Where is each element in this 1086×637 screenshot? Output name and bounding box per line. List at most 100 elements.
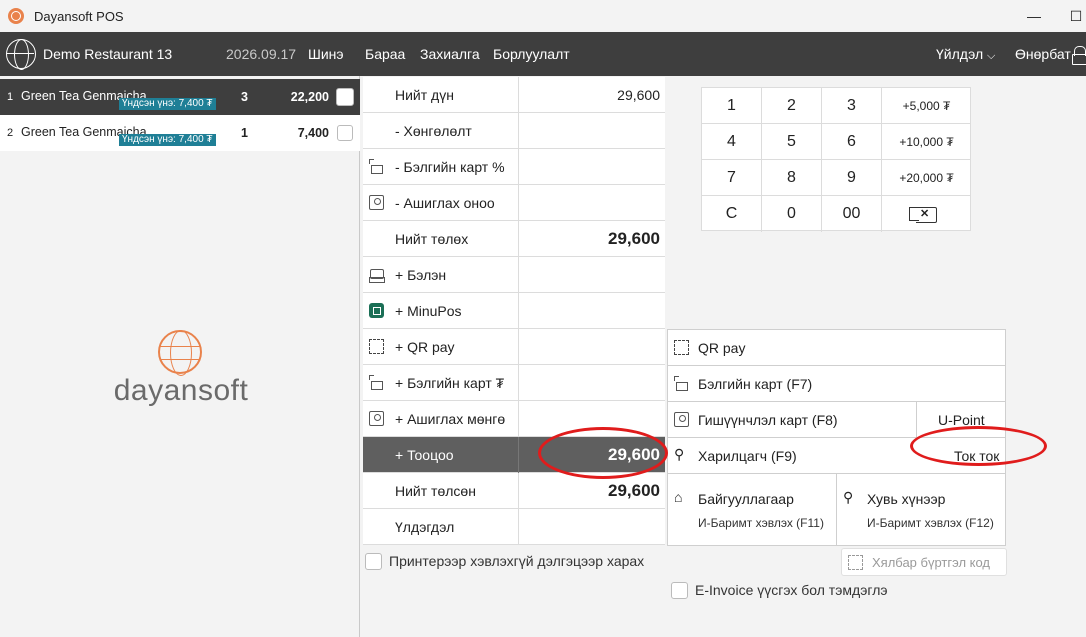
keypad-key[interactable]: C	[702, 196, 762, 232]
easy-registration-label: Хялбар бүртгэл код	[872, 555, 991, 570]
app-logo-icon	[8, 8, 24, 24]
keypad-key[interactable]: 4	[702, 124, 762, 160]
payment-row[interactable]: - Ашиглах оноо	[363, 185, 665, 221]
keypad-key[interactable]: 3	[822, 88, 882, 124]
organization-sub-label: И-Баримт хэвлэх (F11)	[698, 516, 824, 530]
keypad-key[interactable]: +5,000 ₮	[882, 88, 971, 124]
order-checkbox[interactable]	[337, 125, 353, 141]
payment-label-cell: + Ашиглах мөнгө	[363, 401, 519, 437]
window-title: Dayansoft POS	[34, 8, 124, 24]
payment-label-cell: + Тооцоо	[363, 437, 519, 473]
payment-label: Нийт төлөх	[395, 231, 469, 247]
payment-label: Үлдэгдэл	[395, 519, 455, 535]
payment-label-cell: Нийт дүн	[363, 77, 519, 113]
payment-label-cell: + MinuPos	[363, 293, 519, 329]
keypad-key[interactable]: 8	[762, 160, 822, 196]
easy-registration-code-button[interactable]: Хялбар бүртгэл код	[841, 548, 1007, 576]
payment-label-cell: + QR pay	[363, 329, 519, 365]
order-list: 1 Green Tea Genmaicha Үндсэн үнэ: 7,400 …	[0, 76, 360, 637]
payment-label: Нийт дүн	[395, 87, 454, 103]
scan-icon	[848, 555, 863, 570]
order-index: 2	[7, 127, 14, 139]
payment-label-cell: Нийт төлөх	[363, 221, 519, 257]
payment-label-cell: + Бэлэн	[363, 257, 519, 293]
keypad-key[interactable]: +10,000 ₮	[882, 124, 971, 160]
qr-icon	[369, 339, 384, 354]
minimize-icon[interactable]: —	[1024, 6, 1044, 26]
payment-value: 29,600	[617, 87, 660, 103]
person-icon: ⚲	[843, 489, 854, 505]
lock-icon[interactable]	[1072, 46, 1086, 65]
payment-row[interactable]: Нийт төлөх 29,600	[363, 221, 665, 257]
person-label: Хувь хүнээр	[867, 491, 946, 507]
payment-label: + QR pay	[395, 339, 455, 355]
payment-label: + Бэлгийн карт ₮	[395, 375, 505, 391]
payment-label: - Хөнгөлөлт	[395, 123, 472, 139]
dayansoft-globe-icon	[158, 330, 202, 376]
payment-row[interactable]: + MinuPos	[363, 293, 665, 329]
keypad-key[interactable]: 7	[702, 160, 762, 196]
membership-card-button[interactable]: Гишүүнчлэл карт (F8)	[668, 402, 917, 438]
keypad-key[interactable]: 2	[762, 88, 822, 124]
order-index: 1	[7, 91, 14, 103]
operation-label: Үйлдэл	[936, 46, 984, 62]
user-name[interactable]: Өнөрбат	[1015, 46, 1071, 62]
einvoice-checkbox[interactable]	[671, 582, 688, 599]
payment-row[interactable]: Нийт дүн 29,600	[363, 77, 665, 113]
order-total: 7,400	[297, 126, 329, 140]
nav-new[interactable]: Шинэ	[308, 46, 344, 62]
order-qty: 3	[241, 90, 248, 104]
nav-sales[interactable]: Борлуулалт	[493, 46, 570, 62]
operation-menu[interactable]: Үйлдэл ⌵	[936, 46, 995, 63]
backspace-icon[interactable]	[882, 196, 971, 232]
highlight-ellipse	[538, 427, 668, 479]
payment-row[interactable]: + Бэлэн	[363, 257, 665, 293]
chevron-down-icon: ⌵	[987, 50, 996, 62]
person-icon: ⚲	[674, 446, 685, 462]
screen-preview-checkbox[interactable]	[365, 553, 382, 570]
organization-receipt-button[interactable]: ⌂ Байгууллагаар И-Баримт хэвлэх (F11)	[668, 474, 837, 546]
cash-register-icon	[369, 267, 385, 283]
payment-row[interactable]: Үлдэгдэл	[363, 509, 665, 545]
customer-label: Харилцагч (F9)	[698, 448, 797, 464]
business-date: 2026.09.17	[226, 46, 297, 62]
payment-row[interactable]: - Бэлгийн карт %	[363, 149, 665, 185]
keypad-key[interactable]: 0	[762, 196, 822, 232]
nav-products[interactable]: Бараа	[365, 46, 405, 62]
title-bar: Dayansoft POS — ☐	[0, 0, 1086, 32]
einvoice-label: E-Invoice үүсгэх бол тэмдэглэ	[695, 582, 888, 598]
globe-icon[interactable]	[6, 39, 36, 70]
restaurant-name: Demo Restaurant 13	[43, 46, 173, 62]
qr-pay-button[interactable]: QR pay	[668, 330, 1005, 366]
keypad-key[interactable]: 9	[822, 160, 882, 196]
person-sub-label: И-Баримт хэвлэх (F12)	[867, 516, 994, 530]
dayansoft-logo: dayansoft	[110, 330, 252, 410]
payment-label: + Ашиглах мөнгө	[395, 411, 506, 427]
keypad-key[interactable]: 00	[822, 196, 882, 232]
qr-pay-label: QR pay	[698, 340, 746, 356]
order-checkbox[interactable]	[336, 88, 354, 106]
keypad-key[interactable]: +20,000 ₮	[882, 160, 971, 196]
gift-card-button[interactable]: Бэлгийн карт (F7)	[668, 366, 1005, 402]
payment-value: 29,600	[608, 229, 660, 248]
keypad-key[interactable]: 6	[822, 124, 882, 160]
nav-orders[interactable]: Захиалга	[420, 46, 480, 62]
keypad-key[interactable]: 1	[702, 88, 762, 124]
person-receipt-button[interactable]: ⚲ Хувь хүнээр И-Баримт хэвлэх (F12)	[837, 474, 1005, 546]
membership-card-label: Гишүүнчлэл карт (F8)	[698, 412, 838, 428]
payment-row[interactable]: Нийт төлсөн 29,600	[363, 473, 665, 509]
order-row[interactable]: 1 Green Tea Genmaicha Үндсэн үнэ: 7,400 …	[0, 79, 360, 115]
order-row[interactable]: 2 Green Tea Genmaicha Үндсэн үнэ: 7,400 …	[0, 115, 360, 151]
payment-label-cell: Үлдэгдэл	[363, 509, 519, 545]
payment-label: - Ашиглах оноо	[395, 195, 495, 211]
payment-row[interactable]: + Бэлгийн карт ₮	[363, 365, 665, 401]
payment-label: + Тооцоо	[395, 447, 454, 463]
numeric-keypad: 1 2 3 +5,000 ₮ 4 5 6 +10,000 ₮ 7 8 9 +20,000 ₮ C 0 00	[701, 87, 971, 232]
payment-row[interactable]: + QR pay	[363, 329, 665, 365]
keypad-key[interactable]: 5	[762, 124, 822, 160]
payment-row[interactable]: - Хөнгөлөлт	[363, 113, 665, 149]
maximize-icon[interactable]: ☐	[1066, 6, 1086, 26]
payment-label: + MinuPos	[395, 303, 462, 319]
gift-icon	[369, 375, 384, 390]
payment-label: + Бэлэн	[395, 267, 447, 283]
